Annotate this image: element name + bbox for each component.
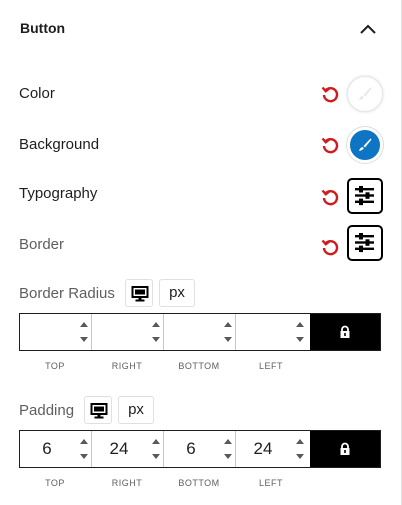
panel-title: Button xyxy=(20,20,66,36)
background-setting-row: Background xyxy=(0,125,400,165)
color-setting-row: Color xyxy=(0,74,400,114)
button-settings-panel: Button Color Background Typography Borde… xyxy=(0,0,402,505)
spin-up-icon[interactable] xyxy=(294,316,306,332)
brush-icon xyxy=(359,138,372,151)
padding-link-button[interactable] xyxy=(310,431,380,467)
border-radius-inputs xyxy=(19,313,381,351)
border-label: Border xyxy=(19,236,65,253)
padding-bottom-value[interactable]: 6 xyxy=(164,431,218,467)
spin-up-icon[interactable] xyxy=(78,433,90,449)
padding-inputs: 6 24 6 24 xyxy=(19,430,381,468)
border-setting-row: Border xyxy=(0,225,400,265)
background-label: Background xyxy=(19,136,100,153)
spin-up-icon[interactable] xyxy=(78,316,90,332)
reset-icon[interactable] xyxy=(320,187,340,207)
spin-up-icon[interactable] xyxy=(294,433,306,449)
lock-icon xyxy=(340,325,350,338)
padding-top-value[interactable]: 6 xyxy=(20,431,74,467)
padding-right-input[interactable]: 24 xyxy=(92,431,164,467)
caption-bottom: BOTTOM xyxy=(178,478,220,488)
padding-header: Padding px xyxy=(0,396,400,424)
border-radius-label: Border Radius xyxy=(19,285,115,302)
spin-up-icon[interactable] xyxy=(150,316,162,332)
spin-up-icon[interactable] xyxy=(222,316,234,332)
radius-left-value[interactable] xyxy=(236,314,290,350)
caption-bottom: BOTTOM xyxy=(178,361,220,371)
radius-right-value[interactable] xyxy=(92,314,146,350)
typography-settings-button[interactable] xyxy=(347,178,383,214)
radius-bottom-value[interactable] xyxy=(164,314,218,350)
radius-top-value[interactable] xyxy=(20,314,74,350)
padding-bottom-input[interactable]: 6 xyxy=(164,431,236,467)
caption-left: LEFT xyxy=(258,478,283,488)
spin-down-icon[interactable] xyxy=(78,332,90,348)
spin-down-icon[interactable] xyxy=(222,332,234,348)
caption-left: LEFT xyxy=(258,361,283,371)
panel-header[interactable]: Button xyxy=(0,0,400,58)
background-swatch-button[interactable] xyxy=(347,127,383,163)
radius-right-input[interactable] xyxy=(92,314,164,350)
spin-up-icon[interactable] xyxy=(150,433,162,449)
color-label: Color xyxy=(19,85,55,102)
desktop-icon[interactable] xyxy=(125,279,153,307)
padding-left-input[interactable]: 24 xyxy=(236,431,308,467)
lock-icon xyxy=(340,442,350,455)
spin-up-icon[interactable] xyxy=(222,433,234,449)
sliders-icon xyxy=(355,233,374,253)
chevron-up-icon[interactable] xyxy=(355,18,381,40)
caption-top: TOP xyxy=(45,478,65,488)
caption-top: TOP xyxy=(45,361,65,371)
desktop-icon[interactable] xyxy=(84,396,112,424)
spin-down-icon[interactable] xyxy=(150,449,162,465)
reset-icon[interactable] xyxy=(320,135,340,155)
color-swatch-button[interactable] xyxy=(347,76,383,112)
caption-right: RIGHT xyxy=(111,478,143,488)
spin-down-icon[interactable] xyxy=(222,449,234,465)
spin-down-icon[interactable] xyxy=(78,449,90,465)
reset-icon[interactable] xyxy=(320,84,340,104)
border-settings-button[interactable] xyxy=(347,225,383,261)
padding-unit-button[interactable]: px xyxy=(118,396,154,424)
border-radius-header: Border Radius px xyxy=(0,279,400,307)
typography-label: Typography xyxy=(19,185,98,202)
radius-link-button[interactable] xyxy=(310,314,380,350)
padding-right-value[interactable]: 24 xyxy=(92,431,146,467)
spin-down-icon[interactable] xyxy=(294,332,306,348)
padding-left-value[interactable]: 24 xyxy=(236,431,290,467)
padding-label: Padding xyxy=(19,402,75,419)
padding-top-input[interactable]: 6 xyxy=(20,431,92,467)
typography-setting-row: Typography xyxy=(0,174,400,214)
reset-icon[interactable] xyxy=(320,237,340,257)
brush-icon xyxy=(359,87,372,100)
radius-top-input[interactable] xyxy=(20,314,92,350)
sliders-icon xyxy=(355,186,374,206)
spin-down-icon[interactable] xyxy=(150,332,162,348)
radius-left-input[interactable] xyxy=(236,314,308,350)
border-radius-unit-button[interactable]: px xyxy=(159,279,195,307)
spin-down-icon[interactable] xyxy=(294,449,306,465)
radius-bottom-input[interactable] xyxy=(164,314,236,350)
caption-right: RIGHT xyxy=(111,361,143,371)
